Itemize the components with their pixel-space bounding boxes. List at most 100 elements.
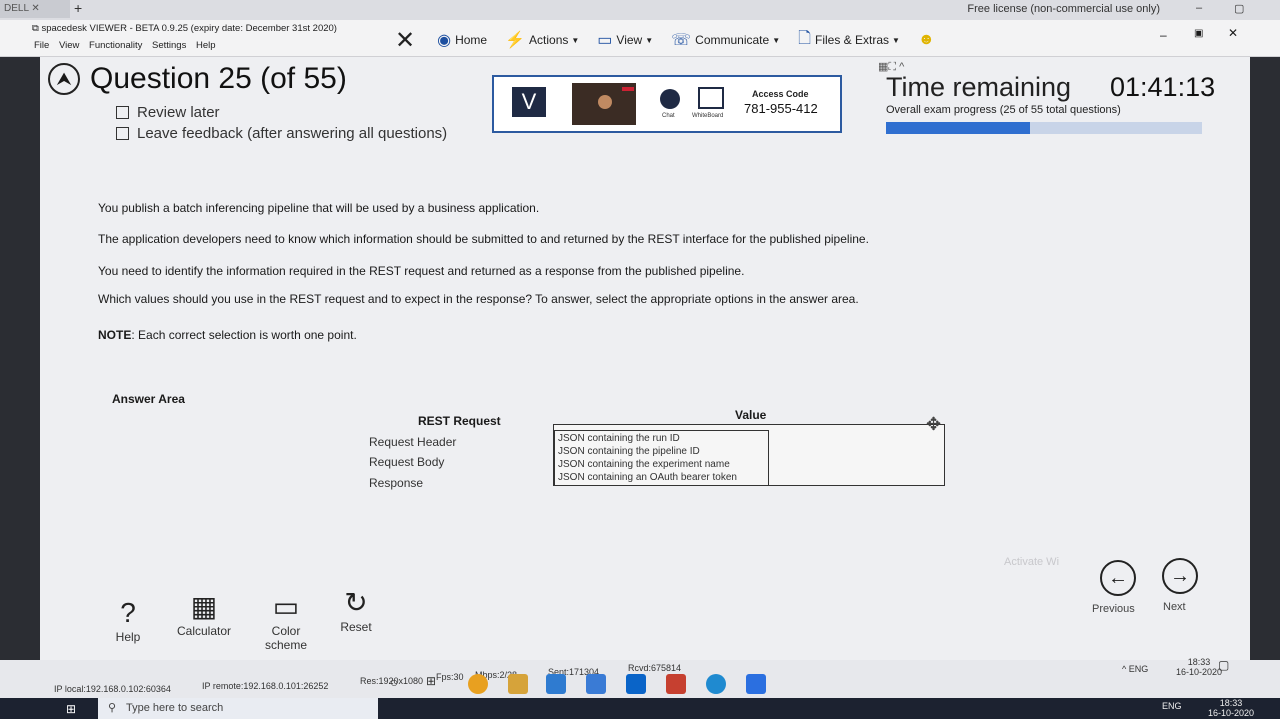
remote-start-icon[interactable]: ○	[390, 674, 410, 694]
chat-label: Chat	[662, 113, 675, 119]
next-arrow-icon[interactable]: →	[1162, 558, 1198, 594]
emoji-button[interactable]: ☻	[918, 31, 939, 49]
previous-arrow-icon[interactable]: ←	[1100, 560, 1136, 596]
value-header: Value	[735, 408, 767, 422]
taskbar-search-input[interactable]: ⚲ Type here to search	[98, 698, 378, 719]
ip-remote: IP remote:192.168.0.101:26252	[202, 681, 329, 691]
home-icon: ◉	[437, 32, 452, 49]
checkbox-icon	[116, 127, 129, 140]
close-icon: ✕	[395, 26, 416, 54]
search-icon: ⚲	[108, 702, 117, 714]
toolbar-communicate[interactable]: ☏ Communicate ▼	[671, 30, 780, 50]
browser-tab[interactable]: DELL ✕	[0, 0, 70, 18]
chevron-down-icon: ▼	[571, 35, 580, 45]
question-line-2: The application developers need to know …	[98, 232, 869, 246]
menu-settings[interactable]: Settings	[152, 40, 186, 51]
v-logo-icon: V	[512, 87, 546, 117]
rest-request-header: REST Request	[418, 414, 501, 428]
viewer-restore-icon[interactable]: ▣	[1194, 28, 1203, 39]
chat-icon[interactable]	[660, 89, 680, 109]
checkbox-icon	[116, 106, 129, 119]
chevron-down-icon: ▼	[772, 35, 781, 45]
viewer-menu: File View Functionality Settings Help	[34, 40, 223, 51]
restore-icon[interactable]: ▢	[1234, 2, 1244, 15]
search-placeholder: Type here to search	[126, 702, 224, 714]
value-options-panel[interactable]: JSON containing the run ID JSON containi…	[553, 424, 945, 486]
remote-clock: 18:33 16-10-2020	[1176, 657, 1223, 677]
activate-windows-watermark: Activate Wi	[1004, 556, 1060, 568]
person-icon	[598, 95, 612, 109]
menu-view[interactable]: View	[59, 40, 79, 51]
office-icon[interactable]	[666, 674, 686, 694]
color-scheme-label: Color scheme	[264, 624, 308, 652]
viewer-close-icon[interactable]: ✕	[1228, 26, 1238, 40]
note-label: NOTE	[98, 328, 132, 342]
mail-icon[interactable]	[546, 674, 566, 694]
ip-local: IP local:192.168.0.102:60364	[54, 684, 171, 694]
toolbar-actions-label: Actions	[529, 33, 569, 47]
option-pipeline-id[interactable]: JSON containing the pipeline ID	[558, 446, 700, 457]
toolbar-files-label: Files & Extras	[814, 33, 889, 47]
row-request-body: Request Body	[369, 455, 445, 469]
leave-feedback-checkbox[interactable]: Leave feedback (after answering all ques…	[116, 125, 447, 142]
new-edge-icon[interactable]	[706, 674, 726, 694]
question-header: ⮝ Question 25 (of 55)	[48, 62, 347, 96]
time-remaining-value: 01:41:13	[1110, 72, 1216, 102]
toolbar-home-label: Home	[455, 33, 488, 47]
menu-file[interactable]: File	[34, 40, 49, 51]
question-line-1: You publish a batch inferencing pipeline…	[98, 201, 540, 215]
progress-bar	[886, 122, 1202, 134]
chevron-down-icon: ▼	[892, 35, 900, 45]
viewer-minimize-icon[interactable]: –	[1160, 28, 1167, 42]
next-button[interactable]: Next	[1163, 601, 1186, 613]
progress-text: Overall exam progress (25 of 55 total qu…	[886, 104, 1121, 116]
access-code-value: 781-955-412	[744, 101, 818, 116]
back-arrow-icon[interactable]: ⮝	[48, 63, 80, 95]
reset-label: Reset	[340, 620, 372, 634]
edge-icon[interactable]	[626, 674, 646, 694]
color-scheme-button[interactable]: ▭ Color scheme	[258, 590, 314, 652]
toolbar-communicate-label: Communicate	[695, 33, 770, 47]
option-oauth-token[interactable]: JSON containing an OAuth bearer token	[558, 472, 737, 483]
help-icon: ?	[120, 597, 136, 628]
store-icon[interactable]	[508, 674, 528, 694]
toolbar-close-button[interactable]: ✕	[395, 26, 419, 55]
file-icon: 🗋	[798, 29, 811, 47]
notification-icon[interactable]: ▢	[1218, 658, 1229, 672]
proctor-session-box: V Chat WhiteBoard Access Code 781-955-41…	[492, 75, 842, 133]
toolbar-view[interactable]: ▭ View ▼	[597, 30, 653, 50]
tray-clock: 18:33 16-10-2020	[1208, 698, 1255, 718]
minimize-icon[interactable]: –	[1196, 2, 1202, 14]
calculator-button[interactable]: ▦ Calculator	[170, 590, 238, 638]
license-notice: Free license (non-commercial use only)	[967, 3, 1160, 15]
toolbar-files[interactable]: 🗋 Files & Extras ▼	[798, 27, 900, 54]
teams-icon[interactable]	[746, 674, 766, 694]
review-later-label: Review later	[137, 104, 220, 121]
monitor-icon: ▭	[597, 32, 613, 49]
tray-language: ENG	[1162, 701, 1182, 711]
viewer-title: ⧉ spacedesk VIEWER - BETA 0.9.25 (expiry…	[32, 23, 337, 34]
recording-indicator	[622, 87, 634, 91]
photos-icon[interactable]	[586, 674, 606, 694]
option-run-id[interactable]: JSON containing the run ID	[558, 433, 680, 444]
toolbar-home[interactable]: ◉ Home	[437, 30, 487, 50]
phone-icon: ☏	[671, 32, 692, 49]
help-button[interactable]: ? Help	[108, 596, 148, 644]
lightning-icon: ⚡	[505, 32, 526, 49]
task-view-icon[interactable]: ⊞	[426, 674, 446, 694]
chrome-icon[interactable]	[468, 674, 488, 694]
toolbar-actions[interactable]: ⚡ Actions ▼	[505, 30, 579, 50]
session-toolbar: ✕ ◉ Home ⚡ Actions ▼ ▭ View ▼ ☏ Communicate ▼ 🗋…	[395, 24, 957, 56]
leave-feedback-label: Leave feedback (after answering all ques…	[137, 125, 448, 142]
whiteboard-icon[interactable]	[698, 87, 724, 109]
option-experiment-name[interactable]: JSON containing the experiment name	[558, 459, 730, 470]
previous-button[interactable]: Previous	[1092, 603, 1135, 615]
remote-taskbar: ○ ⊞	[380, 672, 850, 698]
reset-button[interactable]: ↻ Reset	[334, 586, 378, 634]
new-tab-icon[interactable]: +	[74, 0, 82, 16]
windows-start-icon[interactable]: ⊞	[66, 702, 76, 716]
progress-bar-fill	[886, 122, 1030, 134]
menu-help[interactable]: Help	[196, 40, 216, 51]
menu-functionality[interactable]: Functionality	[89, 40, 142, 51]
review-later-checkbox[interactable]: Review later	[116, 104, 220, 121]
